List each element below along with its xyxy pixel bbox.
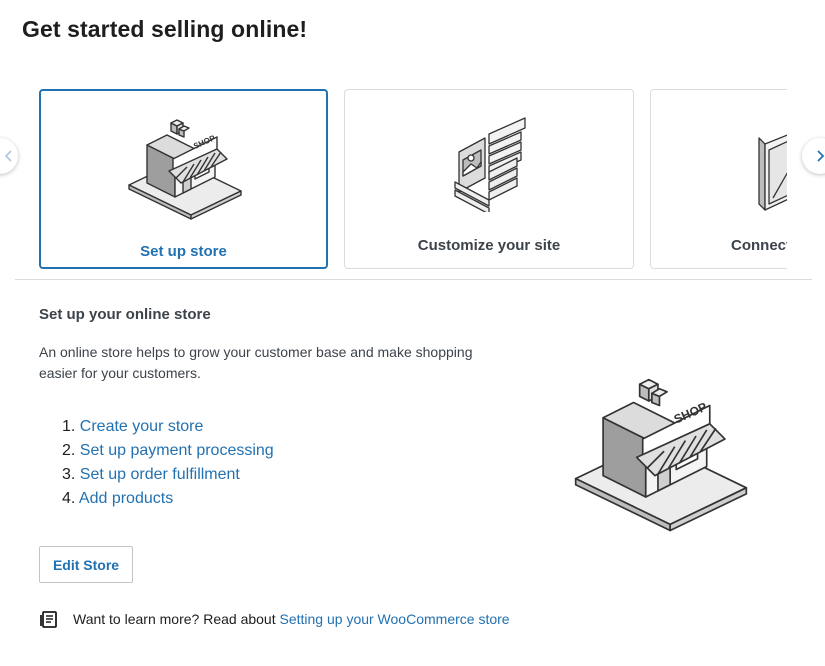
card-customize-site[interactable]: Customize your site	[344, 89, 634, 269]
list-item: 3. Set up order fulfillment	[62, 463, 274, 487]
card-set-up-store[interactable]: SHOP Set up store	[39, 89, 328, 269]
card-connect[interactable]: Connect	[650, 89, 787, 269]
list-item: 1. Create your store	[62, 415, 274, 439]
step-number: 4.	[62, 490, 76, 507]
learn-more-text: Want to learn more? Read about	[73, 611, 280, 627]
page-title: Get started selling online!	[22, 16, 308, 42]
carousel-prev-button[interactable]	[0, 138, 18, 174]
step-link-add-products[interactable]: Add products	[79, 490, 173, 507]
divider	[15, 279, 812, 280]
card-connect-clip: Connect	[650, 89, 787, 271]
step-number: 2.	[62, 442, 76, 459]
connect-device-icon	[758, 134, 787, 211]
section-title: Set up your online store	[39, 306, 211, 323]
list-item: 2. Set up payment processing	[62, 439, 274, 463]
step-number: 1.	[62, 418, 76, 435]
card-label: Set up store	[140, 243, 227, 260]
section-description: An online store helps to grow your custo…	[39, 344, 473, 381]
step-link-create-store[interactable]: Create your store	[80, 418, 204, 435]
shop-icon: SHOP	[128, 119, 242, 220]
card-label: Customize your site	[417, 237, 561, 254]
feature-carousel: SHOP Set up store Customize your site Co…	[0, 88, 825, 274]
chevron-right-icon	[817, 150, 825, 162]
learn-more: Want to learn more? Read about Setting u…	[39, 608, 510, 630]
customize-site-icon	[454, 117, 526, 212]
carousel-next-button[interactable]	[802, 138, 825, 174]
book-icon	[40, 611, 57, 628]
step-number: 3.	[62, 466, 76, 483]
list-item: 4. Add products	[62, 487, 274, 511]
chevron-left-icon	[4, 150, 12, 162]
card-label: Connect	[731, 237, 787, 254]
shop-illustration: SHOP	[574, 378, 748, 532]
step-link-payment-processing[interactable]: Set up payment processing	[80, 442, 274, 459]
learn-more-link[interactable]: Setting up your WooCommerce store	[280, 611, 510, 627]
step-link-order-fulfillment[interactable]: Set up order fulfillment	[80, 466, 240, 483]
edit-store-button[interactable]: Edit Store	[39, 546, 133, 583]
steps-list: 1. Create your store 2. Set up payment p…	[62, 415, 274, 511]
